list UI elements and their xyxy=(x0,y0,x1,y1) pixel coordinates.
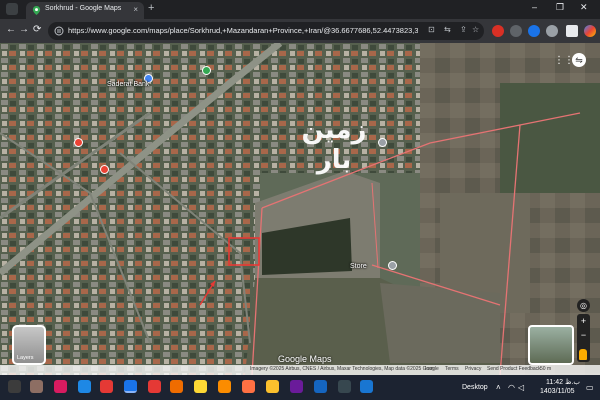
zoom-out-button[interactable]: − xyxy=(577,328,590,342)
map-scale[interactable]: 50 m xyxy=(540,366,551,372)
tray-chevron-icon[interactable]: ˄ xyxy=(496,383,501,392)
app-icon-2[interactable] xyxy=(54,380,67,393)
compass-icon[interactable]: ◎ xyxy=(577,299,590,312)
clock-date[interactable]: 1403/11/05 xyxy=(540,388,575,395)
map-label-store[interactable]: Store xyxy=(350,263,367,270)
maximize-button[interactable]: ❐ xyxy=(556,2,564,13)
zoom-in-button[interactable]: + xyxy=(577,314,590,328)
app-icon-6[interactable] xyxy=(170,380,183,393)
place-pin-icon[interactable] xyxy=(202,66,211,75)
extension-blue-icon[interactable] xyxy=(528,25,540,37)
map-attribution-bar: Imagery ©2025 Airbus, CNES / Airbus, Max… xyxy=(0,365,600,375)
tab-google-maps[interactable]: Sorkhrud - Google Maps × xyxy=(26,2,144,19)
close-window-button[interactable]: ✕ xyxy=(580,2,588,13)
firefox-icon[interactable] xyxy=(242,380,255,393)
app-icon-7[interactable] xyxy=(194,380,207,393)
share-icon[interactable]: ⇪ xyxy=(460,25,467,34)
google-maps-logo: Google Maps xyxy=(278,354,332,364)
sorkhrud-pin-icon[interactable] xyxy=(388,261,397,270)
attr-link-feedback[interactable]: Send Product Feedback xyxy=(487,366,541,372)
app-icon-3[interactable] xyxy=(78,380,91,393)
system-menu-icon[interactable] xyxy=(8,380,21,393)
attr-link-terms[interactable]: Terms xyxy=(445,366,459,372)
profile-avatar[interactable] xyxy=(546,25,558,37)
url-text[interactable]: https://www.google.com/maps/place/Sorkhr… xyxy=(68,26,418,35)
bookmark-star-icon[interactable]: ☆ xyxy=(472,25,479,34)
minimize-button[interactable]: – xyxy=(532,2,537,12)
app-icon-4[interactable] xyxy=(100,380,113,393)
browser-tab-bar: Sorkhrud - Google Maps × + – ❐ ✕ xyxy=(0,0,600,19)
tab-close-icon[interactable]: × xyxy=(133,5,138,14)
back-button[interactable]: ← xyxy=(6,24,16,35)
notification-icon[interactable]: ▭ xyxy=(586,383,594,392)
app-icon-5[interactable] xyxy=(148,380,161,393)
extension-red-icon[interactable] xyxy=(492,25,504,37)
street-view-thumbnail[interactable] xyxy=(528,325,574,365)
map-label-saderat[interactable]: Saderat Bank xyxy=(107,81,149,88)
app-icon-11[interactable] xyxy=(338,380,351,393)
reload-button[interactable]: ⟳ xyxy=(33,24,41,35)
satellite-imagery xyxy=(0,43,600,375)
pegman-icon[interactable] xyxy=(579,349,587,360)
map-settings-icon[interactable]: ⇋ xyxy=(572,53,586,67)
satellite-map[interactable]: زمین بار Saderat Bank Store ⋮⋮ ⇋ Layers … xyxy=(0,43,600,375)
wifi-icon[interactable]: ◠ xyxy=(508,383,515,392)
clock-time[interactable]: 11:42 ب.ظ xyxy=(546,378,580,386)
tab-title: Sorkhrud - Google Maps xyxy=(45,5,122,12)
volume-icon[interactable]: ◁ xyxy=(518,383,524,392)
attr-link-privacy[interactable]: Privacy xyxy=(465,366,481,372)
browser-toolbar: ← → ⟳ https://www.google.com/maps/place/… xyxy=(0,19,600,43)
google-maps-favicon-icon xyxy=(32,6,41,15)
logo-watermark: زمین بار xyxy=(290,107,378,175)
app-icon-10[interactable] xyxy=(314,380,327,393)
attr-link-iran[interactable]: Iran xyxy=(425,366,434,372)
edge-browser-icon[interactable] xyxy=(124,380,137,393)
install-icon[interactable]: ⊡ xyxy=(428,25,435,34)
restaurant-pin-icon[interactable] xyxy=(74,138,83,147)
translate-icon[interactable]: ⇆ xyxy=(444,25,451,34)
layers-button[interactable]: Layers xyxy=(12,325,46,365)
app-icon-8[interactable] xyxy=(218,380,231,393)
layers-label: Layers xyxy=(17,355,34,361)
extension-gray-icon[interactable] xyxy=(510,25,522,37)
app-icon-9[interactable] xyxy=(290,380,303,393)
attribution-text: Imagery ©2025 Airbus, CNES / Airbus, Max… xyxy=(250,366,439,372)
watermark-text: زمین بار xyxy=(301,115,367,175)
desktop-label[interactable]: Desktop xyxy=(462,384,488,391)
tab-menu-button[interactable] xyxy=(6,3,18,15)
forward-button[interactable]: → xyxy=(19,24,29,35)
app-icon-12[interactable] xyxy=(360,380,373,393)
chrome-icon[interactable] xyxy=(266,380,279,393)
copilot-icon[interactable] xyxy=(584,25,596,37)
site-info-icon[interactable] xyxy=(54,26,64,36)
location-pin-icon[interactable] xyxy=(378,138,387,147)
new-tab-button[interactable]: + xyxy=(148,2,154,14)
apps-grid-icon[interactable]: ⋮⋮ xyxy=(554,55,574,66)
app-icon-1[interactable] xyxy=(30,380,43,393)
shop-pin-icon[interactable] xyxy=(100,165,109,174)
windows-taskbar: Desktop ˄ ◠ ◁ 11:42 ب.ظ 1403/11/05 ▭ xyxy=(0,375,600,400)
extensions-puzzle-icon[interactable] xyxy=(566,25,578,37)
address-bar[interactable]: https://www.google.com/maps/place/Sorkhr… xyxy=(48,22,484,40)
